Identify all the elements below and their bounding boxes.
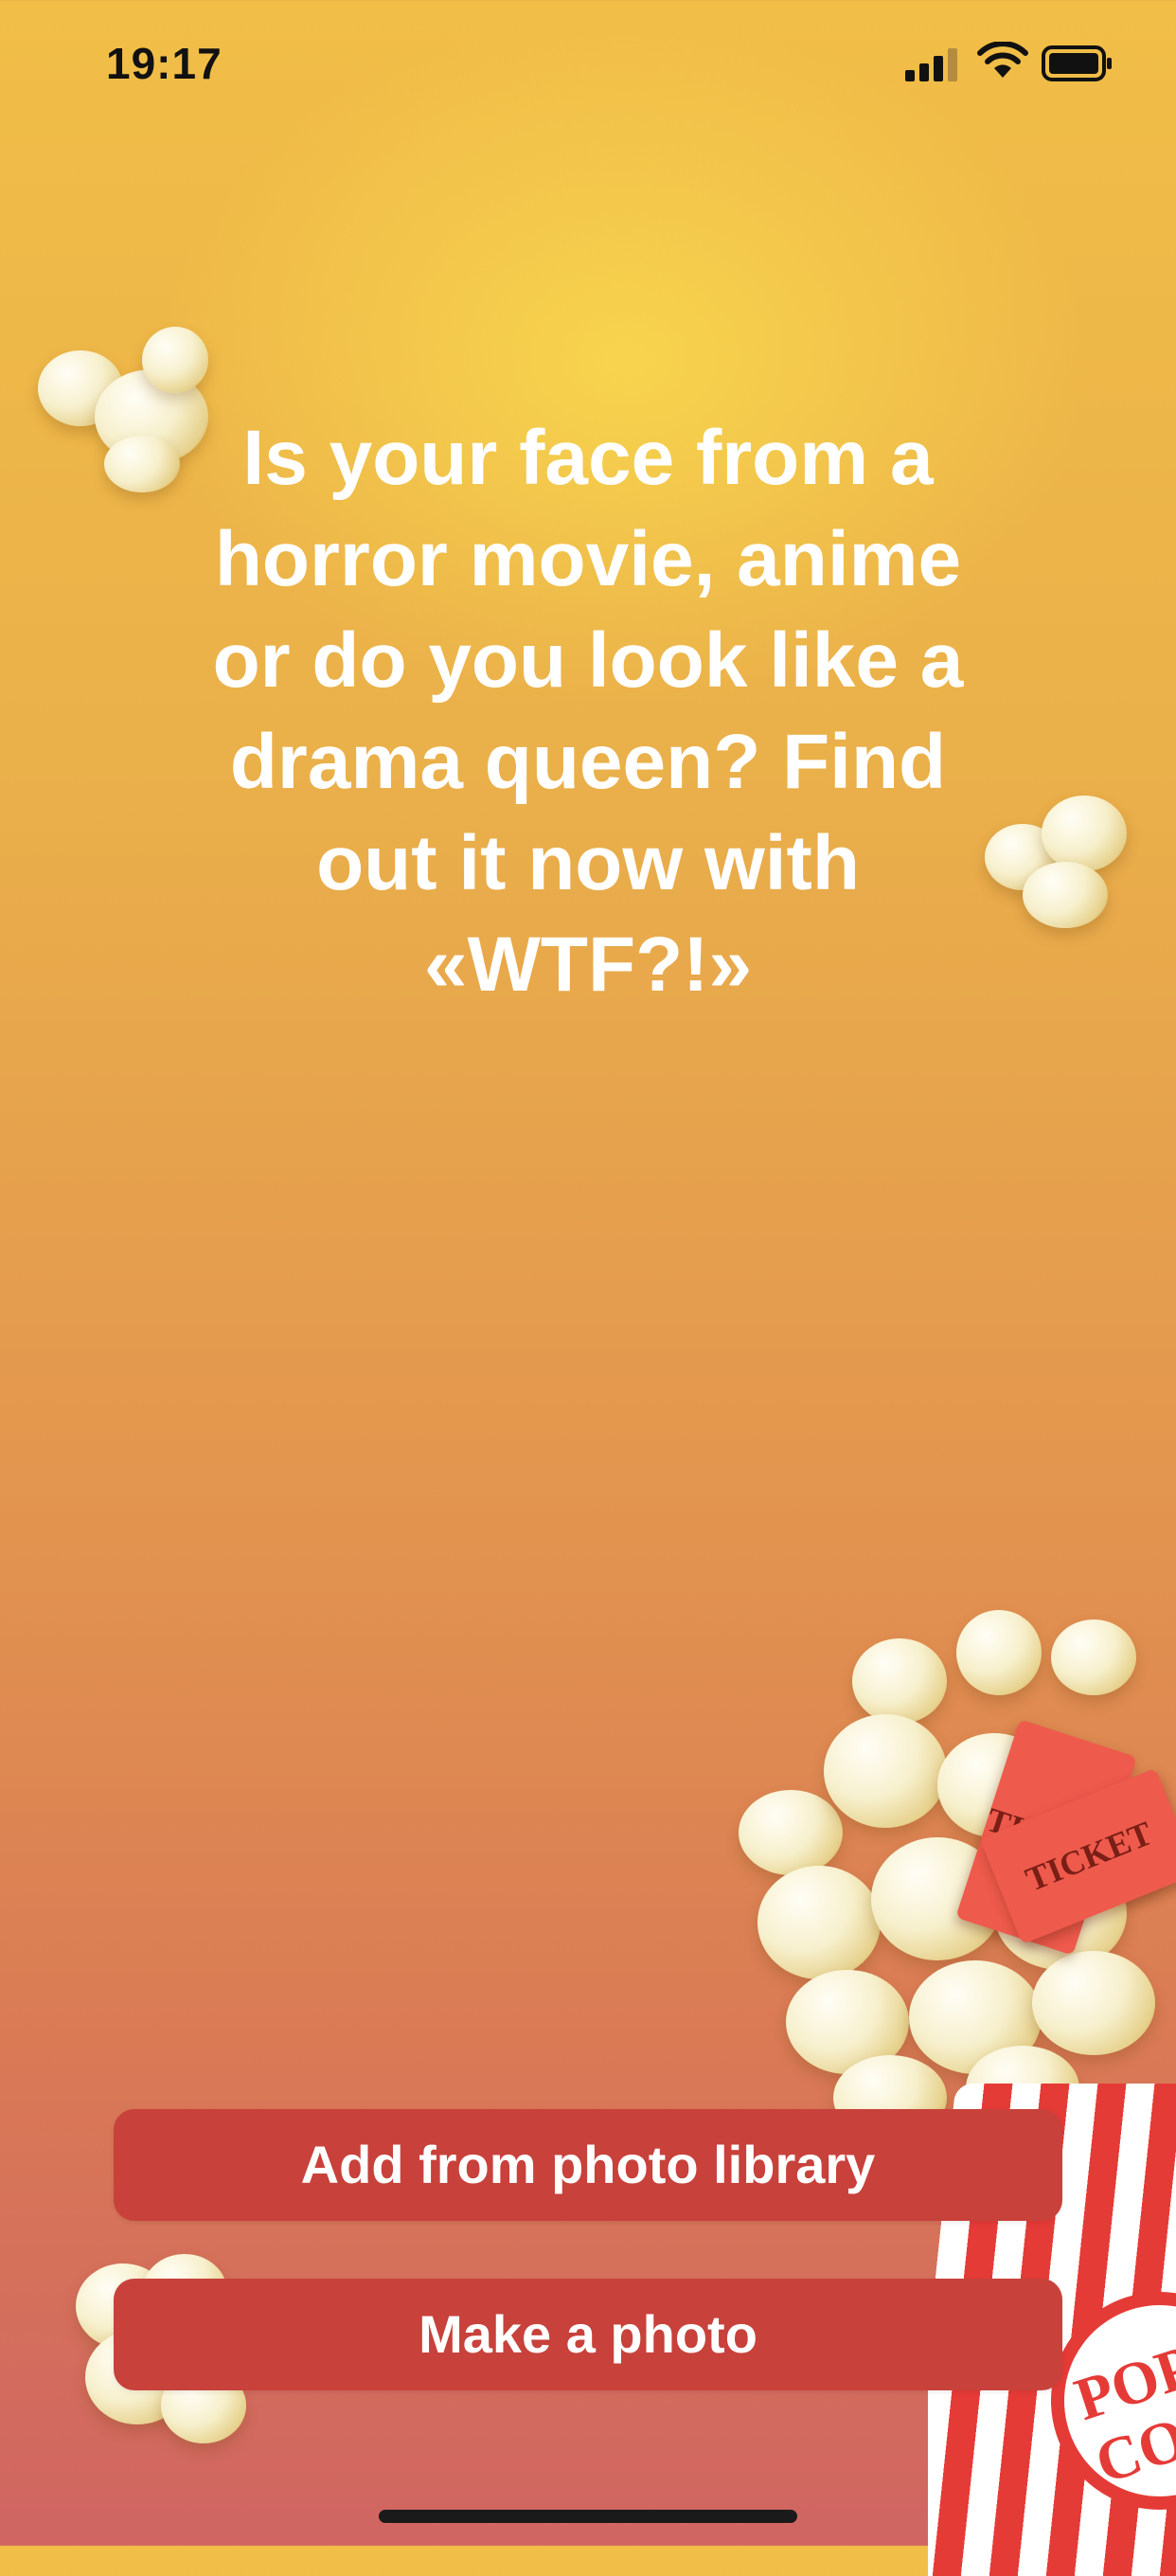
popcorn-right-image bbox=[975, 786, 1136, 938]
home-indicator[interactable] bbox=[379, 2510, 797, 2523]
make-photo-button[interactable]: Make a photo bbox=[114, 2279, 1062, 2390]
battery-icon bbox=[1042, 45, 1112, 81]
add-from-library-button[interactable]: Add from photo library bbox=[114, 2109, 1062, 2221]
popcorn-top-left-image bbox=[28, 322, 227, 502]
wifi-icon bbox=[977, 42, 1028, 78]
headline: Is your face from a horror movie, anime … bbox=[212, 415, 964, 1008]
status-time: 19:17 bbox=[106, 39, 223, 88]
status-bar: 19:17 bbox=[0, 0, 1176, 133]
cellular-signal-icon bbox=[905, 48, 957, 81]
